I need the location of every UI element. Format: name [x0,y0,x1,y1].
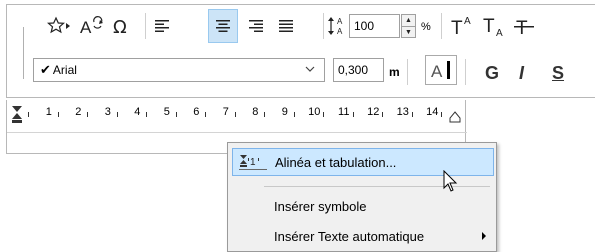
align-left-icon[interactable] [147,9,177,43]
ruler-tick [411,112,413,117]
superscript-icon[interactable]: TA [447,9,477,43]
ruler-tick [146,112,147,117]
menu-item-label: Insérer symbole [274,198,367,214]
ruler-tick [293,112,295,117]
svg-text:A: A [337,17,343,26]
font-size-input[interactable]: 0,300 [333,58,384,82]
font-family-dropdown[interactable]: ✔ Arial [33,58,325,82]
ruler[interactable]: 1 2 3 4 5 6 7 8 9 10 11 12 13 14 [7,100,467,133]
ruler-tick [352,112,354,117]
svg-text:T: T [483,16,495,37]
italic-button[interactable]: I [519,63,524,84]
ruler-tick [87,112,88,117]
ruler-tick [175,112,177,117]
paragraph-spacing-unit: % [421,21,431,33]
menu-item-label: Insérer Texte automatique [274,228,425,244]
text-formatting-palette: A Ω AA 100 ▲ ▼ % TA TA T ✔ Arial 0,3 [6,4,595,98]
svg-text:1: 1 [250,157,256,168]
ruler-tick [116,112,118,117]
chevron-down-icon[interactable] [304,62,316,79]
ruler-number: 6 [193,106,200,118]
paragraph-spacing-spinner[interactable]: ▲ ▼ [401,14,416,38]
align-justify-icon[interactable] [271,9,301,43]
svg-text:A: A [464,16,471,27]
favorite-arrow-icon[interactable] [45,9,75,43]
ruler-number: 11 [338,106,350,118]
submenu-arrow-icon [482,232,486,240]
ruler-tick [234,112,236,117]
omega-icon[interactable]: Ω [107,9,137,43]
paragraph-spacing-input[interactable]: 100 [349,14,400,38]
ruler-number: 10 [308,106,321,118]
spin-down-icon[interactable]: ▼ [402,26,415,38]
spin-up-icon[interactable]: ▲ [402,15,415,26]
right-indent-icon[interactable] [449,111,461,123]
line-spacing-icon: AA [325,9,351,43]
ruler-number: 8 [252,106,259,118]
menu-item-insert-symbol[interactable]: Insérer symbole [232,192,494,220]
ruler-tick [323,112,324,117]
menu-item-insert-autotext[interactable]: Insérer Texte automatique [232,222,494,250]
indent-tab-icon: 1 [239,154,267,175]
ruler-number: 12 [367,106,380,118]
ruler-tick [28,112,29,117]
font-color-button[interactable]: A [425,55,457,85]
mouse-cursor-icon [443,170,458,192]
ruler-number: 7 [222,106,229,118]
ruler-number: 9 [281,106,288,118]
ruler-number: 1 [45,106,52,118]
svg-text:T: T [451,18,463,37]
palette-grip[interactable] [23,27,24,79]
first-line-indent-icon[interactable] [11,105,23,125]
align-center-icon[interactable] [208,9,238,43]
font-family-value: Arial [52,63,77,77]
ruler-number: 4 [134,106,141,118]
ruler-tick [205,112,206,117]
ruler-tick [382,112,383,117]
context-menu: 1 Alinéa et tabulation... Insérer symbol… [227,142,497,252]
svg-text:A: A [337,27,343,36]
align-right-icon[interactable] [241,9,271,43]
ruler-tick [441,112,442,117]
checkmark-icon: ✔ [40,62,51,77]
ruler-number: 14 [426,106,439,118]
ruler-number: 3 [104,106,111,118]
svg-text:A: A [496,28,503,37]
subscript-icon[interactable]: TA [479,9,509,43]
svg-text:A: A [80,18,92,37]
ruler-tick [264,112,265,117]
ruler-tick [57,112,59,117]
svg-text:A: A [431,62,443,81]
strikethrough-icon[interactable]: T [509,9,539,43]
text-replace-icon[interactable]: A [77,9,107,43]
underline-button[interactable]: S [552,63,564,84]
font-size-unit: m [389,65,400,79]
ruler-number: 13 [396,106,409,118]
bold-button[interactable]: G [485,63,499,84]
menu-item-label: Alinéa et tabulation... [275,154,397,170]
ruler-number: 2 [75,106,82,118]
ruler-number: 5 [163,106,170,118]
svg-text:Ω: Ω [113,17,127,36]
